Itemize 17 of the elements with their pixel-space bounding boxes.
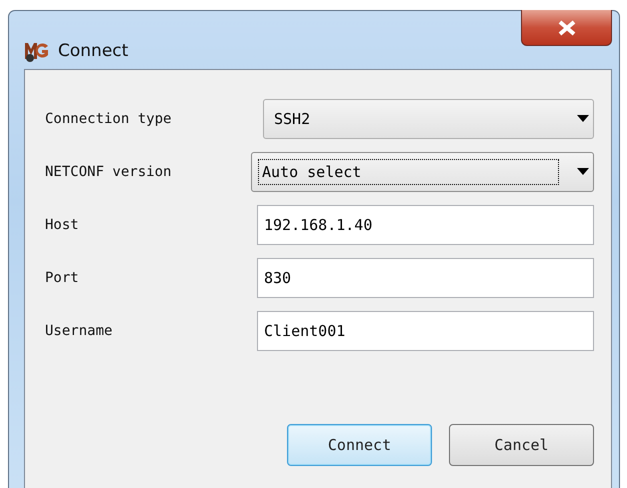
dialog-button[interactable]: Connect (287, 424, 432, 466)
window-title: Connect (58, 41, 128, 61)
close-icon (558, 20, 576, 36)
input-field[interactable]: 192.168.1.40 (257, 204, 594, 244)
close-button[interactable] (521, 10, 612, 46)
field-label: Connection type (45, 110, 172, 126)
caret-icon (577, 115, 589, 122)
caret-icon (577, 168, 589, 175)
dropdown[interactable]: SSH2 (263, 98, 594, 138)
dropdown[interactable]: Auto select (251, 152, 594, 192)
field-label: Port (45, 270, 80, 286)
field-label: NETCONF version (45, 164, 172, 180)
field-label: Host (45, 216, 80, 232)
dialog-button[interactable]: Cancel (449, 424, 594, 466)
input-field[interactable]: 830 (257, 258, 594, 298)
field-label: Username (45, 322, 114, 338)
input-field[interactable]: Client001 (257, 310, 594, 350)
